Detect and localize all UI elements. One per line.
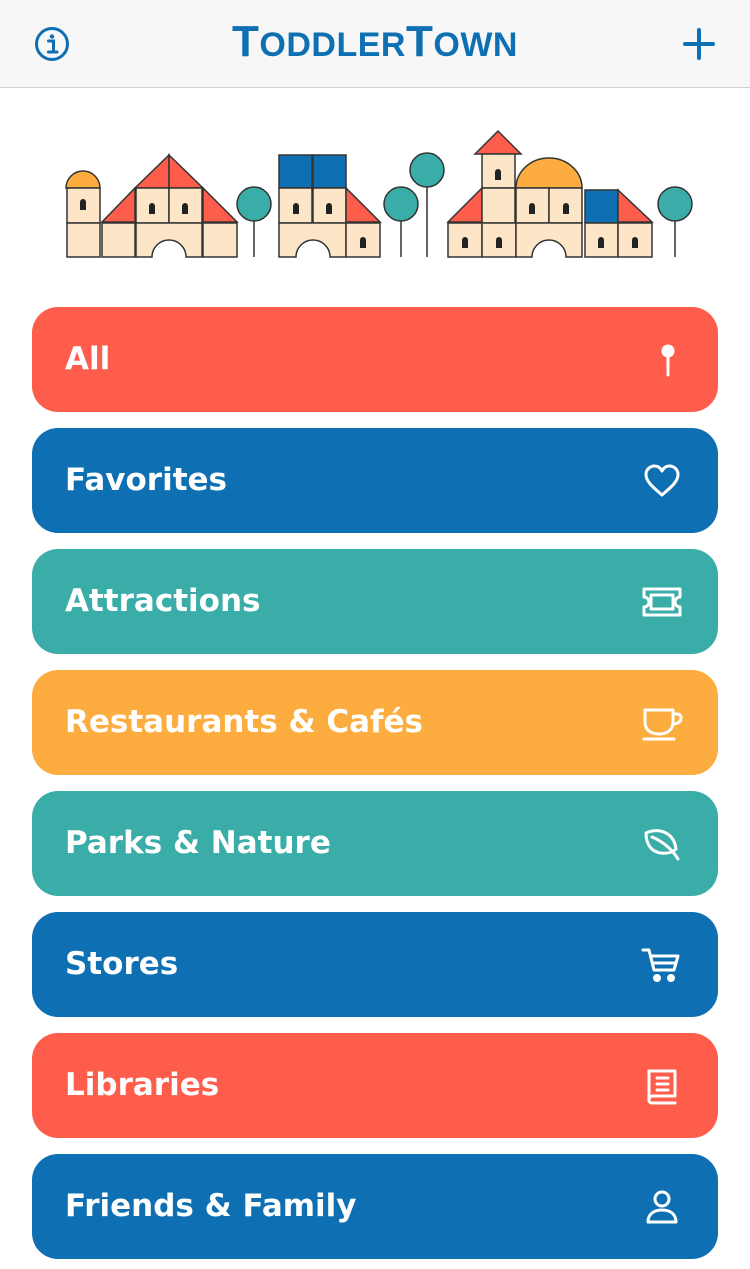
add-icon[interactable] xyxy=(682,27,716,61)
toddler-town-illustration xyxy=(60,120,700,265)
category-label: Favorites xyxy=(65,462,227,498)
ticket-icon xyxy=(640,581,684,623)
category-label: Libraries xyxy=(65,1067,220,1103)
cart-icon xyxy=(640,944,684,986)
category-restaurants-button[interactable]: Restaurants & Cafés xyxy=(32,670,718,775)
category-all-button[interactable]: All xyxy=(32,307,718,412)
category-parks-button[interactable]: Parks & Nature xyxy=(32,791,718,896)
category-stores-button[interactable]: Stores xyxy=(32,912,718,1017)
category-friends-family-button[interactable]: Friends & Family xyxy=(32,1154,718,1259)
book-icon xyxy=(640,1065,684,1107)
app-title: TODDLERTOWN xyxy=(232,17,518,66)
category-label: Attractions xyxy=(65,583,261,619)
navigation-bar: TODDLERTOWN xyxy=(0,0,750,88)
category-label: All xyxy=(65,341,111,377)
category-label: Friends & Family xyxy=(65,1188,357,1224)
category-libraries-button[interactable]: Libraries xyxy=(32,1033,718,1138)
category-label: Parks & Nature xyxy=(65,825,331,861)
person-icon xyxy=(640,1186,684,1228)
heart-icon xyxy=(640,460,684,502)
category-label: Restaurants & Cafés xyxy=(65,704,423,740)
leaf-icon xyxy=(640,823,684,865)
category-favorites-button[interactable]: Favorites xyxy=(32,428,718,533)
cup-icon xyxy=(640,702,684,744)
category-label: Stores xyxy=(65,946,179,982)
pin-icon xyxy=(640,339,684,381)
category-attractions-button[interactable]: Attractions xyxy=(32,549,718,654)
